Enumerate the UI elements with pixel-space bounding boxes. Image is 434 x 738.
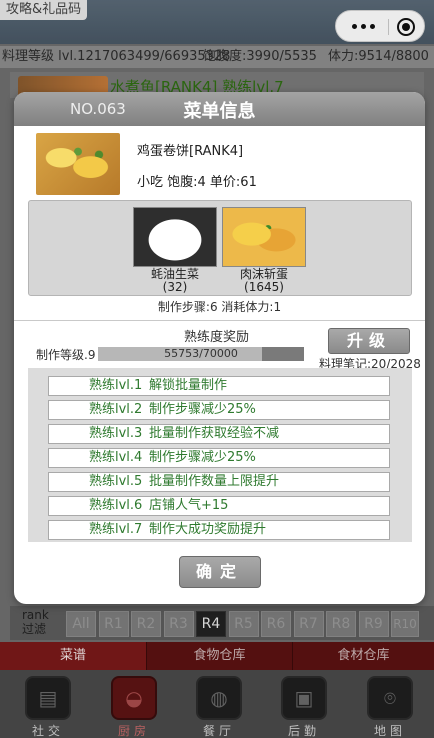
modal-header: NO.063 菜单信息 xyxy=(14,92,425,126)
reward-desc: 制作步骤减少25% xyxy=(149,450,256,465)
reward-desc: 批量制作获取经验不减 xyxy=(149,426,280,441)
reward-row: 熟练lvl.4 制作步骤减少25% xyxy=(48,448,390,468)
ingredient-item[interactable]: 肉沫斩蛋 (1645) xyxy=(222,207,306,293)
ingredients-box: 蚝油生菜 (32) 肉沫斩蛋 (1645) xyxy=(28,200,412,296)
reward-level: 熟练lvl.1 xyxy=(89,378,143,393)
reward-desc: 制作大成功奖励提升 xyxy=(149,522,267,537)
ingredient-count: (1645) xyxy=(244,280,284,294)
divider xyxy=(14,320,425,321)
modal-title: 菜单信息 xyxy=(183,101,256,122)
rewards-list[interactable]: 熟练lvl.1 解锁批量制作 熟练lvl.2 制作步骤减少25% 熟练lvl.3… xyxy=(28,368,412,542)
reward-level: 熟练lvl.4 xyxy=(89,450,143,465)
dish-meta: 小吃 饱腹:4 单价:61 xyxy=(137,175,257,190)
reward-level: 熟练lvl.3 xyxy=(89,426,143,441)
steps-and-stamina: 制作步骤:6 消耗体力:1 xyxy=(157,300,282,314)
make-level: 制作等级.9 xyxy=(36,348,96,362)
dish-image xyxy=(36,133,120,195)
reward-row: 熟练lvl.1 解锁批量制作 xyxy=(48,376,390,396)
reward-level: 熟练lvl.7 xyxy=(89,522,143,537)
oyster-lettuce-image xyxy=(133,207,217,267)
reward-desc: 解锁批量制作 xyxy=(149,378,228,393)
ingredient-item[interactable]: 蚝油生菜 (32) xyxy=(133,207,217,293)
proficiency-progress-bar: 55753/70000 xyxy=(98,347,304,361)
reward-desc: 制作步骤减少25% xyxy=(149,402,256,417)
reward-level: 熟练lvl.6 xyxy=(89,498,143,513)
reward-row: 熟练lvl.5 批量制作数量上限提升 xyxy=(48,472,390,492)
reward-row: 熟练lvl.7 制作大成功奖励提升 xyxy=(48,520,390,540)
reward-level: 熟练lvl.5 xyxy=(89,474,143,489)
proficiency-title: 熟练度奖励 xyxy=(184,330,250,345)
upgrade-button[interactable]: 升级 xyxy=(328,328,410,354)
reward-level: 熟练lvl.2 xyxy=(89,402,143,417)
reward-desc: 店铺人气+15 xyxy=(149,498,229,513)
reward-row: 熟练lvl.2 制作步骤减少25% xyxy=(48,400,390,420)
reward-desc: 批量制作数量上限提升 xyxy=(149,474,280,489)
ingredient-count: (32) xyxy=(162,280,188,294)
progress-text: 55753/70000 xyxy=(164,347,238,360)
minced-pork-egg-image xyxy=(222,207,306,267)
recipe-info-modal: NO.063 菜单信息 鸡蛋卷饼[RANK4] 小吃 饱腹:4 单价:61 蚝油… xyxy=(14,92,425,604)
reward-row: 熟练lvl.6 店铺人气+15 xyxy=(48,496,390,516)
dish-name: 鸡蛋卷饼[RANK4] xyxy=(137,144,244,159)
confirm-button[interactable]: 确定 xyxy=(179,556,261,588)
reward-row: 熟练lvl.3 批量制作获取经验不减 xyxy=(48,424,390,444)
